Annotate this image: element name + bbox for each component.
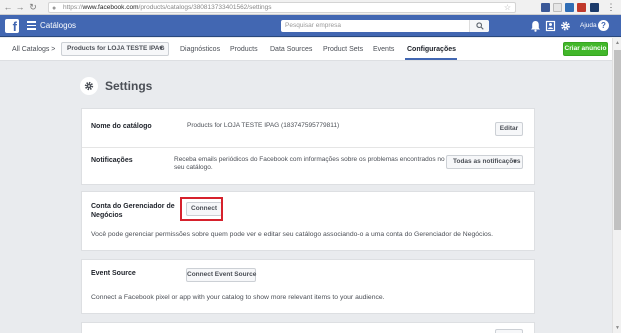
notifications-dropdown-label: Todas as notificações	[453, 158, 521, 165]
catalog-settings-card: Nome do catálogo Products for LOJA TESTE…	[81, 108, 535, 185]
back-icon[interactable]: ←	[3, 2, 13, 12]
facebook-logo-icon[interactable]: f	[5, 19, 19, 33]
lock-icon: ●	[52, 5, 57, 12]
business-manager-label-line1: Conta do Gerenciador de	[91, 203, 175, 210]
settings-header-icon	[80, 77, 98, 95]
active-tab-indicator	[405, 58, 457, 60]
app-title[interactable]: Catálogos	[40, 21, 76, 31]
notifications-dropdown[interactable]: Todas as notificações ▼	[446, 155, 523, 169]
page-title: Settings	[105, 79, 153, 93]
browser-menu-icon[interactable]: ⋮	[606, 2, 616, 12]
catalog-selector-label: Products for LOJA TESTE IPAG	[67, 45, 165, 52]
scroll-down-icon[interactable]: ▼	[614, 325, 621, 331]
search-icon	[476, 22, 484, 30]
forward-icon[interactable]: →	[15, 2, 25, 12]
extension-icon[interactable]	[577, 3, 586, 12]
extension-icon[interactable]	[541, 3, 550, 12]
edit-button[interactable]: Editar	[495, 122, 523, 136]
notifications-bell-icon[interactable]	[530, 20, 541, 32]
next-settings-card	[81, 322, 535, 333]
card-button[interactable]	[495, 329, 523, 333]
notifications-description-line2: seu catálogo.	[174, 164, 213, 171]
highlight-box	[180, 197, 223, 221]
scrollbar-thumb[interactable]	[614, 50, 621, 230]
business-manager-card: Conta do Gerenciador de Negócios Connect…	[81, 191, 535, 251]
search-placeholder: Pesquisar empresa	[285, 22, 341, 29]
connect-event-source-button[interactable]: Connect Event Source	[186, 268, 256, 282]
bookmark-star-icon[interactable]: ☆	[504, 3, 511, 13]
breadcrumb[interactable]: All Catalogs >	[12, 45, 55, 54]
chevron-down-icon: ▼	[158, 46, 164, 52]
url-text: https://www.facebook.com/products/catalo…	[63, 4, 272, 11]
catalog-name-value: Products for LOJA TESTE IPAG (1837475957…	[187, 122, 340, 129]
browser-toolbar: ← → ↻ ● https://www.facebook.com/product…	[0, 0, 621, 15]
scroll-up-icon[interactable]: ▲	[614, 40, 621, 46]
event-source-card: Event Source Connect Event Source Connec…	[81, 259, 535, 314]
menu-icon[interactable]	[27, 21, 36, 31]
tab-configuracoes[interactable]: Configurações	[407, 45, 456, 54]
gear-icon	[84, 81, 94, 91]
settings-gear-icon[interactable]	[560, 20, 571, 32]
tab-diagnosticos[interactable]: Diagnósticos	[180, 45, 220, 54]
extension-icon[interactable]	[590, 3, 599, 12]
search-input[interactable]: Pesquisar empresa	[281, 20, 489, 32]
event-source-label: Event Source	[91, 270, 136, 277]
tab-products[interactable]: Products	[230, 45, 258, 54]
search-button[interactable]	[469, 20, 489, 32]
notifications-description-line1: Receba emails periódicos do Facebook com…	[174, 156, 445, 163]
user-icon[interactable]	[545, 20, 556, 32]
extension-icon[interactable]	[565, 3, 574, 12]
tab-data-sources[interactable]: Data Sources	[270, 45, 312, 54]
extension-icon[interactable]	[553, 3, 562, 12]
event-source-description: Connect a Facebook pixel or app with you…	[91, 294, 385, 301]
help-label[interactable]: Ajuda	[580, 21, 597, 31]
catalog-name-row: Nome do catálogo Products for LOJA TESTE…	[82, 109, 534, 147]
notifications-label: Notificações	[91, 157, 133, 164]
business-manager-description: Você pode gerenciar permissões sobre que…	[91, 231, 494, 238]
catalog-selector[interactable]: Products for LOJA TESTE IPAG ▼	[61, 42, 169, 56]
tab-events[interactable]: Events	[373, 45, 394, 54]
catalog-name-label: Nome do catálogo	[91, 123, 152, 130]
reload-icon[interactable]: ↻	[28, 2, 38, 12]
address-bar[interactable]: ● https://www.facebook.com/products/cata…	[48, 2, 516, 13]
tab-product-sets[interactable]: Product Sets	[323, 45, 363, 54]
catalog-sub-nav: All Catalogs > Products for LOJA TESTE I…	[0, 38, 612, 61]
create-ad-button[interactable]: Criar anúncio	[563, 42, 608, 56]
business-manager-label-line2: Negócios	[91, 212, 123, 219]
chevron-down-icon: ▼	[512, 159, 518, 165]
facebook-top-bar: f Catálogos Pesquisar empresa Ajuda ?	[0, 15, 621, 37]
help-icon[interactable]: ?	[598, 20, 609, 31]
page-scrollbar[interactable]: ▲ ▼	[612, 38, 621, 333]
notifications-row: Notificações Receba emails periódicos do…	[82, 147, 534, 185]
